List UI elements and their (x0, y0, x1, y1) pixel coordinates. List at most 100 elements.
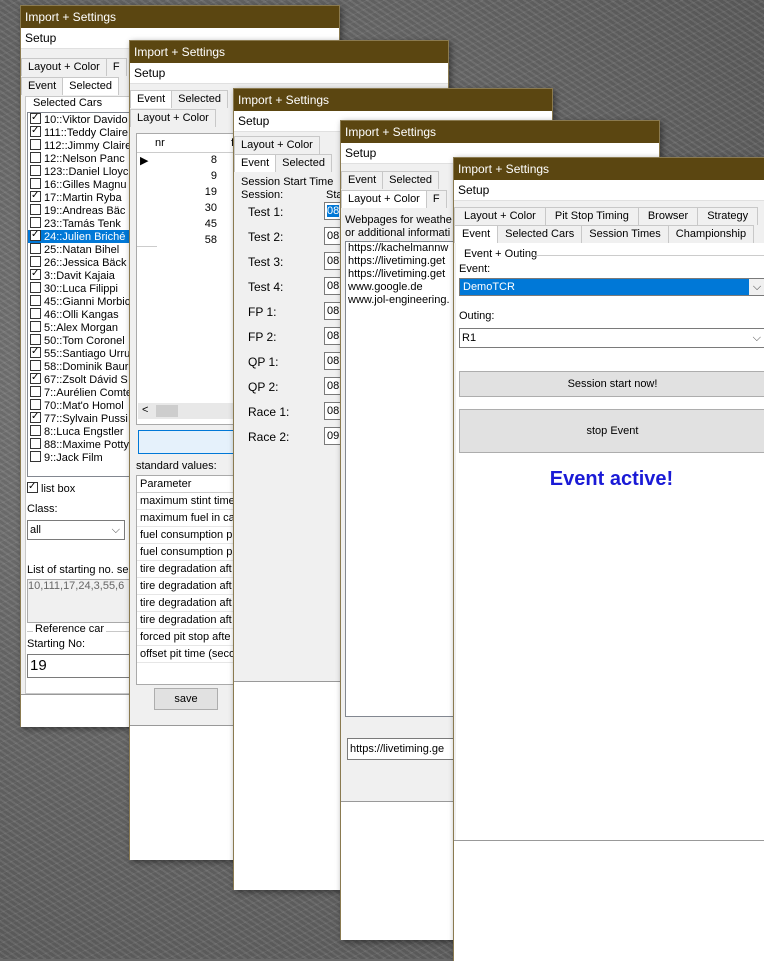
car-checkbox[interactable] (30, 256, 41, 267)
car-list-item[interactable]: 5::Alex Morgan (28, 321, 132, 334)
car-checkbox[interactable] (30, 139, 41, 150)
parameter-row[interactable]: tire degradation aft (137, 612, 243, 629)
parameter-row[interactable]: forced pit stop afte (137, 629, 243, 646)
session-start-now-button[interactable]: Session start now! (459, 371, 764, 397)
tab-partial[interactable]: F (425, 190, 447, 208)
car-checkbox[interactable] (30, 243, 41, 254)
tab-layout-color[interactable]: Layout + Color (21, 58, 107, 76)
tab-row2-item[interactable]: Selected Cars (497, 225, 583, 243)
parameter-row[interactable]: maximum fuel in ca (137, 510, 243, 527)
car-checkbox[interactable] (30, 269, 41, 280)
car-list-item[interactable]: 23::Tamás Tenk (28, 217, 132, 230)
car-checkbox[interactable] (30, 360, 41, 371)
car-checkbox[interactable] (30, 386, 41, 397)
car-list-item[interactable]: 88::Maxime Potty (28, 438, 132, 451)
grid-button[interactable] (138, 430, 244, 454)
car-list-item[interactable]: 123::Daniel Lloyc (28, 165, 132, 178)
tab-event[interactable]: Event (130, 90, 173, 108)
window-title[interactable]: Import + Settings (341, 121, 659, 143)
car-checkbox[interactable] (30, 295, 41, 306)
car-list-item[interactable]: 112::Jimmy Claire (28, 139, 132, 152)
tab-selected-cars[interactable]: Selected (275, 154, 332, 172)
tab-row1-item[interactable]: Pit Stop Timing (544, 207, 639, 225)
car-list-item[interactable]: 58::Dominik Baur (28, 360, 132, 373)
chevron-down-icon[interactable]: ⌵ (749, 279, 764, 295)
tab-selected-cars[interactable]: Selected (171, 90, 228, 108)
url-list-item[interactable]: https://livetiming.get (348, 255, 454, 268)
car-list-item[interactable]: 8::Luca Engstler (28, 425, 132, 438)
window-title[interactable]: Import + Settings (130, 41, 448, 63)
starting-list-field[interactable]: 10,111,17,24,3,55,6 (27, 579, 133, 623)
parameter-row[interactable]: fuel consumption p (137, 527, 243, 544)
car-list-item[interactable]: 25::Natan Bihel (28, 243, 132, 256)
parameter-row[interactable]: offset pit time (seco (137, 646, 243, 663)
car-checkbox[interactable] (30, 113, 41, 124)
list-box-checkbox[interactable] (27, 482, 38, 493)
parameters-table[interactable]: Parameter maximum stint time maximum fuel… (136, 475, 244, 685)
outing-select[interactable]: R1 ⌵ (459, 328, 764, 348)
tab-layout-color[interactable]: Layout + Color (130, 109, 216, 127)
tab-layout-color[interactable]: Layout + Color (234, 136, 320, 154)
car-checkbox[interactable] (30, 126, 41, 137)
grid-row[interactable]: 19 (137, 184, 237, 200)
setup-menu[interactable]: Setup (458, 183, 489, 197)
car-list-item[interactable]: 70::Mat'o Homol (28, 399, 132, 412)
url-list-item[interactable]: https://livetiming.get (348, 268, 454, 281)
tab-row1-item[interactable]: Browser (637, 207, 699, 225)
parameter-row[interactable]: maximum stint time (137, 493, 243, 510)
car-list-item[interactable]: 77::Sylvain Pussi (28, 412, 132, 425)
car-checkbox[interactable] (30, 152, 41, 163)
car-list-item[interactable]: 7::Aurélien Comte (28, 386, 132, 399)
url-input[interactable]: https://livetiming.ge (347, 738, 457, 760)
tab-row2-item[interactable]: Session Times (581, 225, 669, 243)
tab-event[interactable]: Event (21, 77, 64, 95)
grid-row[interactable]: 8 (137, 152, 237, 168)
tab-partial[interactable]: F (105, 58, 127, 76)
car-list-item[interactable]: 26::Jessica Bäck (28, 256, 132, 269)
setup-menu[interactable]: Setup (238, 114, 269, 128)
car-list-item[interactable]: 19::Andreas Bäc (28, 204, 132, 217)
car-list-item[interactable]: 55::Santiago Urru (28, 347, 132, 360)
tab-row2-item[interactable]: Championship (667, 225, 755, 243)
tab-row1-item[interactable]: Layout + Color (454, 207, 546, 225)
car-checkbox[interactable] (30, 438, 41, 449)
car-checkbox[interactable] (30, 204, 41, 215)
grid-row[interactable]: 30 (137, 200, 237, 216)
car-checkbox[interactable] (30, 373, 41, 384)
car-checkbox[interactable] (30, 308, 41, 319)
car-checkbox[interactable] (30, 412, 41, 423)
car-list-item[interactable]: 17::Martin Ryba (28, 191, 132, 204)
tab-selected-cars[interactable]: Selected (382, 171, 439, 189)
tab-event[interactable]: Event (341, 171, 384, 189)
car-list-item[interactable]: 16::Gilles Magnu (28, 178, 132, 191)
tab-layout-color[interactable]: Layout + Color (341, 190, 427, 208)
car-list-item[interactable]: 12::Nelson Panc (28, 152, 132, 165)
window-title[interactable]: Import + Settings (21, 6, 339, 28)
url-list-item[interactable]: www.jol-engineering. (348, 294, 454, 307)
url-list-item[interactable]: https://kachelmannw (348, 242, 454, 255)
tab-row1-item[interactable]: Strategy (697, 207, 759, 225)
car-list-item[interactable]: 24::Julien Briché (28, 230, 132, 243)
grid-row[interactable]: 9 (137, 168, 237, 184)
parameter-row[interactable]: tire degradation aft (137, 561, 243, 578)
car-list-item[interactable]: 30::Luca Filippi (28, 282, 132, 295)
car-checkbox[interactable] (30, 451, 41, 462)
stop-event-button[interactable]: stop Event (459, 409, 764, 453)
car-checkbox[interactable] (30, 282, 41, 293)
car-checkbox[interactable] (30, 217, 41, 228)
event-select[interactable]: DemoTCR ⌵ (459, 278, 764, 296)
url-list[interactable]: https://kachelmannw https://livetiming.ge… (345, 241, 455, 717)
selected-cars-list[interactable]: 10::Viktor Davido111::Teddy Claire112::J… (27, 112, 133, 477)
car-checkbox[interactable] (30, 191, 41, 202)
car-checkbox[interactable] (30, 178, 41, 189)
parameters-header[interactable]: Parameter (137, 476, 243, 493)
car-list-item[interactable]: 9::Jack Film (28, 451, 132, 464)
tab-event[interactable]: Event (234, 154, 277, 172)
car-list-item[interactable]: 10::Viktor Davido (28, 113, 132, 126)
car-checkbox[interactable] (30, 425, 41, 436)
car-checkbox[interactable] (30, 347, 41, 358)
class-select[interactable]: all ⌵ (27, 520, 125, 540)
url-list-item[interactable]: www.google.de (348, 281, 454, 294)
grid-hscrollbar[interactable]: < (138, 403, 236, 419)
car-list-item[interactable]: 67::Zsolt Dávid S (28, 373, 132, 386)
